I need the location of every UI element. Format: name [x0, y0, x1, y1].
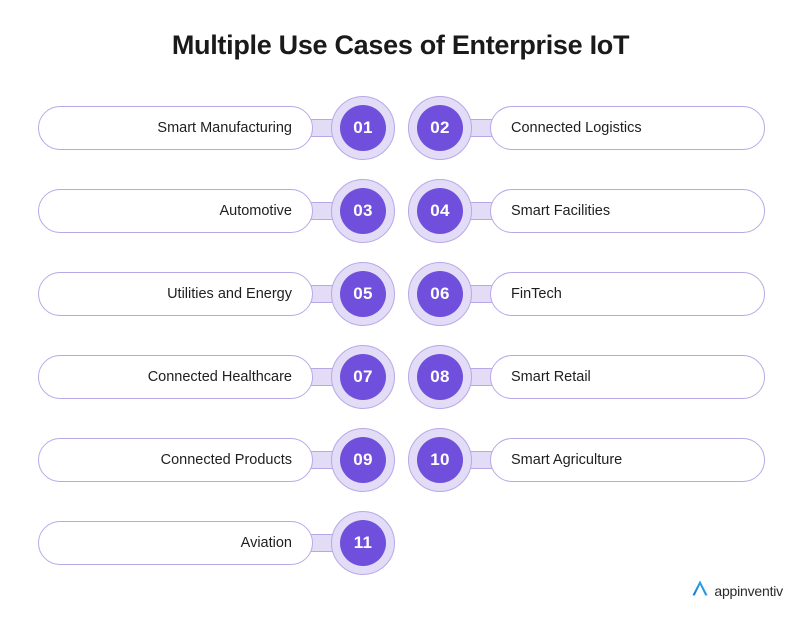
use-case-item[interactable]: Aviation 11: [38, 511, 395, 575]
use-case-row: Connected Products 09 10 Smart Agriculture: [0, 428, 801, 492]
badge-inner-circle: 04: [417, 188, 463, 234]
use-case-label: Smart Manufacturing: [157, 120, 292, 136]
use-case-row: Aviation 11: [0, 511, 801, 575]
connector-bar: [470, 451, 492, 469]
use-case-number-badge: 03: [331, 179, 395, 243]
appinventiv-logo: appinventiv: [689, 577, 783, 604]
use-case-number-badge: 09: [331, 428, 395, 492]
badge-inner-circle: 07: [340, 354, 386, 400]
use-case-number: 11: [353, 533, 373, 552]
use-case-label: Connected Healthcare: [147, 369, 292, 385]
use-case-number-badge: 06: [408, 262, 472, 326]
use-case-number: 07: [353, 367, 373, 386]
use-case-item[interactable]: Connected Healthcare 07: [38, 345, 395, 409]
connector-bar: [470, 202, 492, 220]
use-case-pill[interactable]: Smart Retail: [490, 355, 765, 399]
use-case-pill[interactable]: Smart Manufacturing: [38, 106, 313, 150]
use-case-number: 02: [430, 118, 450, 137]
use-case-label: Automotive: [219, 203, 292, 219]
use-case-item[interactable]: Utilities and Energy 05: [38, 262, 395, 326]
use-case-pill[interactable]: Aviation: [38, 521, 313, 565]
use-case-list: Smart Manufacturing 01 02 Connected Logisti…: [0, 96, 801, 594]
use-case-pill[interactable]: Connected Logistics: [490, 106, 765, 150]
use-case-item[interactable]: 02 Connected Logistics: [408, 96, 765, 160]
connector-bar: [470, 285, 492, 303]
badge-inner-circle: 09: [340, 437, 386, 483]
use-case-number-badge: 04: [408, 179, 472, 243]
use-case-number-badge: 07: [331, 345, 395, 409]
use-case-number: 01: [353, 118, 373, 137]
connector-bar: [311, 534, 333, 552]
use-case-number-badge: 02: [408, 96, 472, 160]
use-case-number-badge: 08: [408, 345, 472, 409]
badge-inner-circle: 03: [340, 188, 386, 234]
use-case-number-badge: 11: [331, 511, 395, 575]
connector-bar: [470, 119, 492, 137]
connector-bar: [311, 202, 333, 220]
use-case-item[interactable]: 08 Smart Retail: [408, 345, 765, 409]
connector-bar: [311, 285, 333, 303]
use-case-pill[interactable]: Automotive: [38, 189, 313, 233]
connector-bar: [311, 119, 333, 137]
use-case-number-badge: 01: [331, 96, 395, 160]
use-case-number: 09: [353, 450, 373, 469]
connector-bar: [470, 368, 492, 386]
use-case-number-badge: 10: [408, 428, 472, 492]
use-case-label: Aviation: [240, 535, 292, 551]
use-case-pill[interactable]: FinTech: [490, 272, 765, 316]
use-case-number: 10: [430, 450, 450, 469]
use-case-pill[interactable]: Utilities and Energy: [38, 272, 313, 316]
appinventiv-logo-text: appinventiv: [714, 582, 783, 599]
use-case-number: 03: [353, 201, 373, 220]
use-case-pill[interactable]: Smart Facilities: [490, 189, 765, 233]
use-case-item[interactable]: 04 Smart Facilities: [408, 179, 765, 243]
use-case-pill[interactable]: Connected Healthcare: [38, 355, 313, 399]
page-title: Multiple Use Cases of Enterprise IoT: [171, 30, 630, 60]
appinventiv-a-icon: [689, 577, 711, 604]
connector-bar: [311, 451, 333, 469]
use-case-number-badge: 05: [331, 262, 395, 326]
badge-inner-circle: 08: [417, 354, 463, 400]
badge-inner-circle: 02: [417, 105, 463, 151]
use-case-item[interactable]: Automotive 03: [38, 179, 395, 243]
use-case-row: Utilities and Energy 05 06 FinTech: [0, 262, 801, 326]
use-case-row: Automotive 03 04 Smart Facilities: [0, 179, 801, 243]
use-case-row: Smart Manufacturing 01 02 Connected Logisti…: [0, 96, 801, 160]
use-case-label: Utilities and Energy: [167, 286, 292, 302]
use-case-label: Smart Agriculture: [511, 452, 623, 468]
badge-inner-circle: 01: [340, 105, 386, 151]
badge-inner-circle: 06: [417, 271, 463, 317]
use-case-item[interactable]: Connected Products 09: [38, 428, 395, 492]
use-case-label: FinTech: [511, 286, 562, 302]
use-case-pill[interactable]: Connected Products: [38, 438, 313, 482]
badge-inner-circle: 10: [417, 437, 463, 483]
use-case-number: 05: [353, 284, 373, 303]
use-case-number: 06: [430, 284, 450, 303]
use-case-item[interactable]: 06 FinTech: [408, 262, 765, 326]
use-case-label: Connected Products: [160, 452, 292, 468]
use-case-number: 04: [430, 201, 450, 220]
use-case-pill[interactable]: Smart Agriculture: [490, 438, 765, 482]
badge-inner-circle: 05: [340, 271, 386, 317]
use-case-row: Connected Healthcare 07 08 Smart Retail: [0, 345, 801, 409]
use-case-label: Smart Facilities: [511, 203, 611, 219]
use-case-label: Smart Retail: [511, 369, 591, 385]
badge-inner-circle: 11: [340, 520, 386, 566]
use-case-number: 08: [430, 367, 450, 386]
use-case-label: Connected Logistics: [511, 120, 642, 136]
use-case-item[interactable]: Smart Manufacturing 01: [38, 96, 395, 160]
connector-bar: [311, 368, 333, 386]
use-case-item[interactable]: 10 Smart Agriculture: [408, 428, 765, 492]
